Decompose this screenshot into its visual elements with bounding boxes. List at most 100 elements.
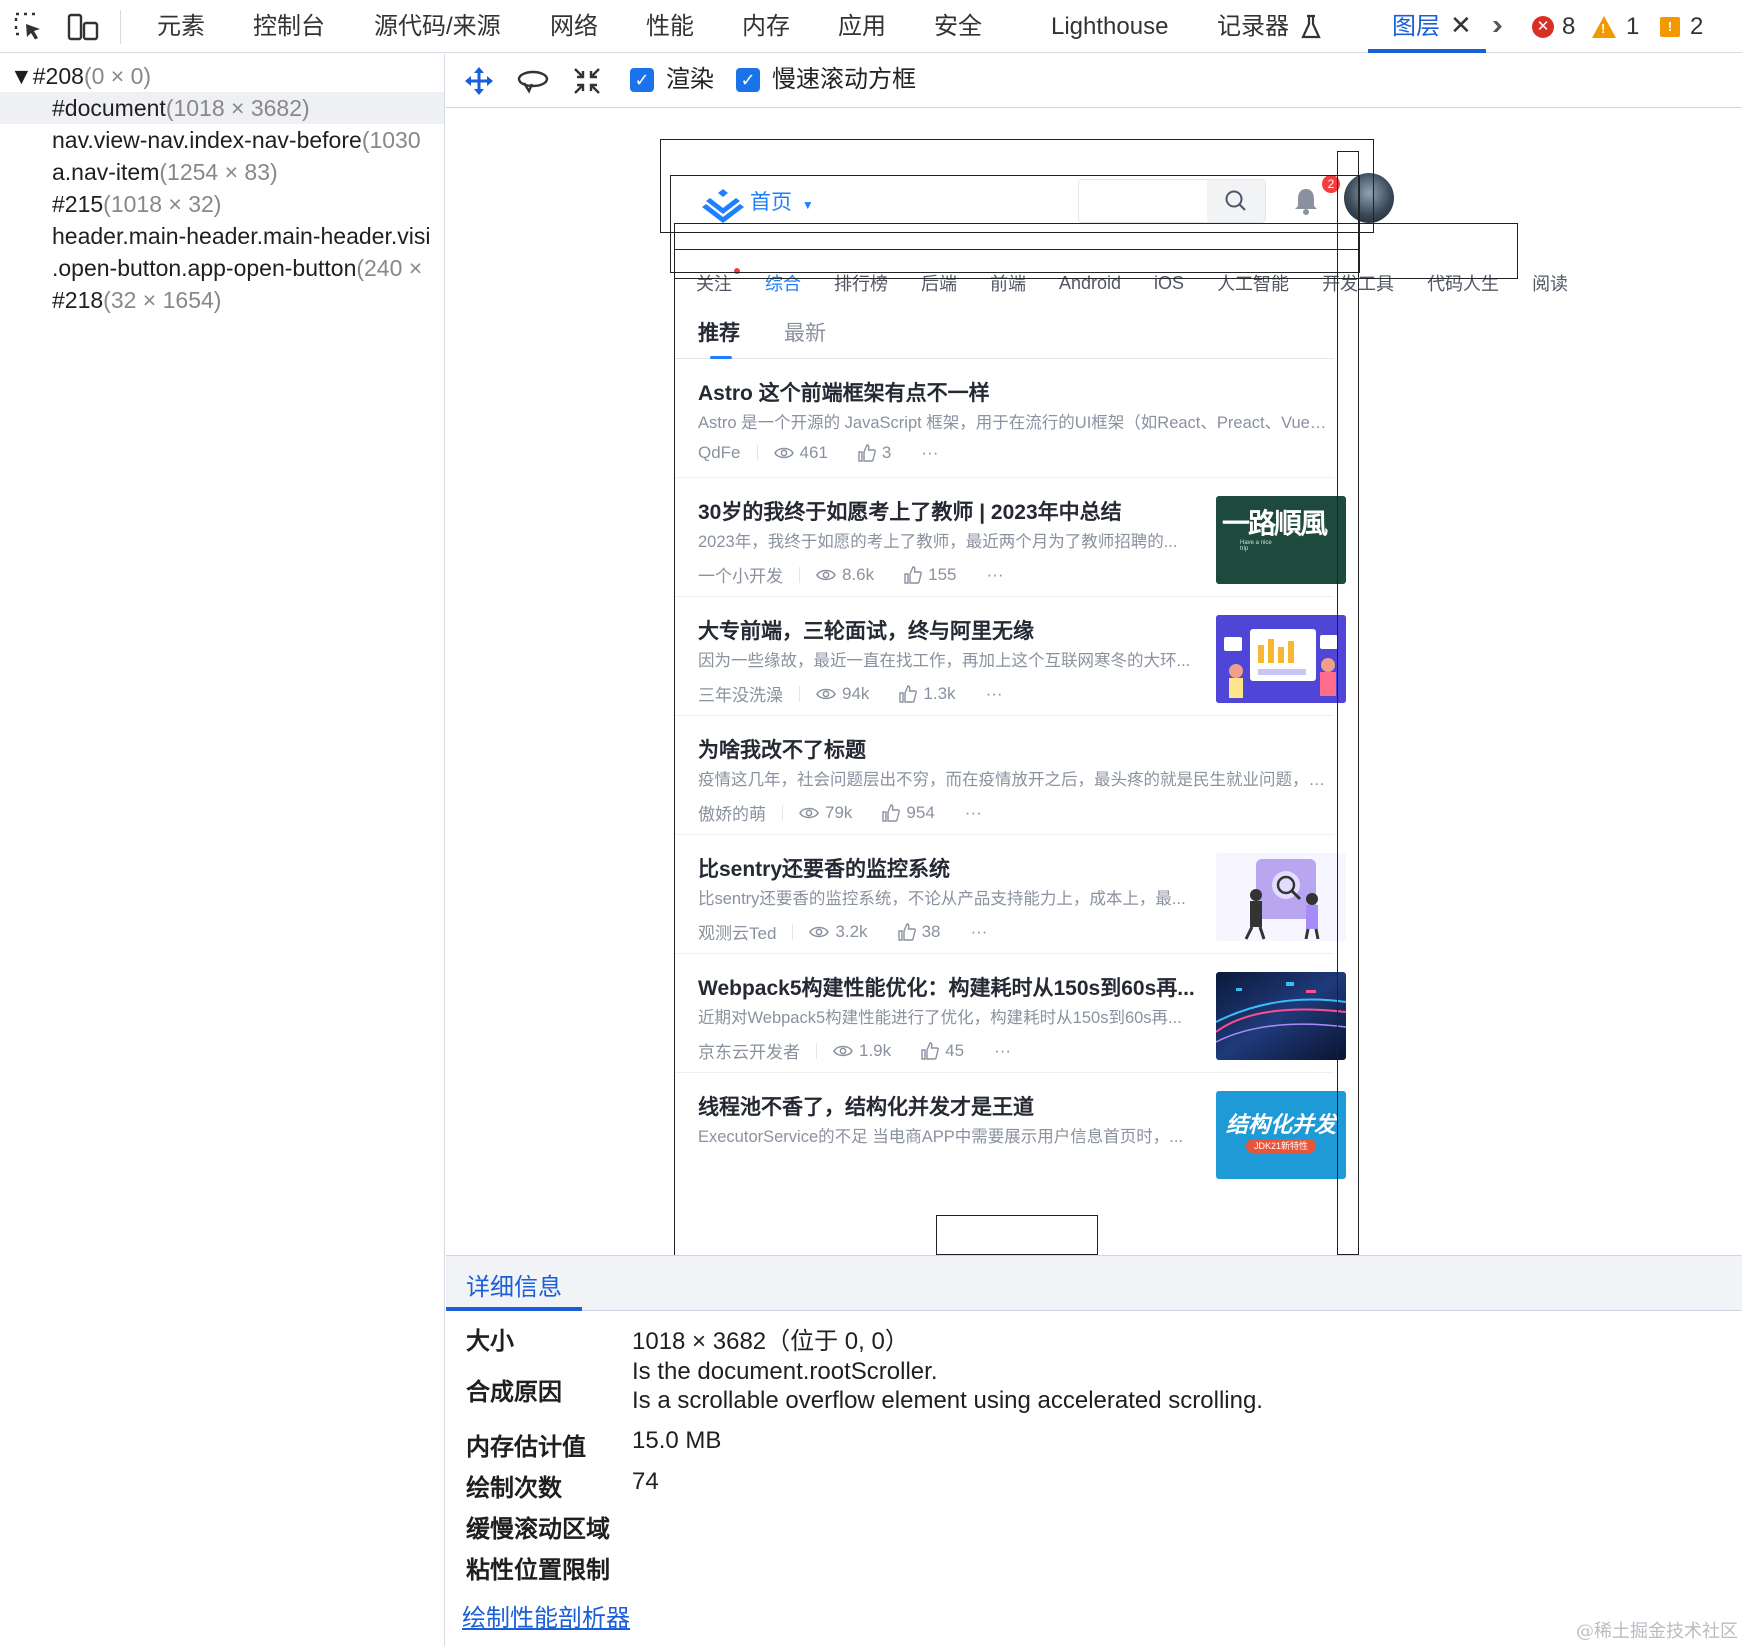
tab-layers[interactable]: 图层: [1392, 0, 1440, 53]
article-thumbnail[interactable]: 一路順風 Have a nice trip: [1216, 496, 1346, 584]
notification-badge: 2: [1322, 175, 1340, 193]
layer-tree-item[interactable]: #215(1018 × 32): [0, 188, 444, 220]
more-icon[interactable]: ···: [986, 684, 1003, 704]
layer-tree-item[interactable]: .open-button.app-open-button(240 ×: [0, 252, 444, 284]
article-title[interactable]: 比sentry还要香的监控系统: [698, 853, 1198, 883]
more-icon[interactable]: ···: [965, 803, 982, 823]
article-title[interactable]: 线程池不香了，结构化并发才是王道: [698, 1091, 1198, 1121]
tab-memory[interactable]: 内存: [742, 0, 790, 53]
article-item[interactable]: 为啥我改不了标题 疫情这几年，社会问题层出不穷，而在疫情放开之后，最头疼的就是民…: [674, 716, 1334, 835]
layer-dimensions: (1018 × 3682): [165, 95, 310, 121]
home-nav-link[interactable]: 首页 ▼: [750, 181, 814, 227]
article-item[interactable]: 大专前端，三轮面试，终与阿里无缘 因为一些缘故，最近一直在找工作，再加上这个互联…: [674, 597, 1346, 716]
article-thumbnail[interactable]: [1216, 972, 1346, 1060]
feed-tab-latest[interactable]: 最新: [784, 317, 826, 347]
paint-profiler-link[interactable]: 绘制性能剖析器: [462, 1598, 630, 1633]
like-button[interactable]: 155: [904, 565, 957, 585]
more-icon[interactable]: ···: [970, 922, 987, 942]
avatar[interactable]: [1344, 173, 1394, 223]
layer-tree-item[interactable]: header.main-header.main-header.visi: [0, 220, 444, 252]
like-button[interactable]: 45: [921, 1041, 964, 1061]
thumbs-up-icon: [921, 1041, 940, 1060]
tab-console[interactable]: 控制台: [253, 0, 325, 53]
category-item[interactable]: 后端: [921, 270, 957, 296]
layer-name: .open-button.app-open-button: [52, 255, 357, 281]
category-item[interactable]: 前端: [990, 270, 1026, 296]
more-tabs-icon[interactable]: ››: [1492, 9, 1502, 41]
layers-3d-view[interactable]: 首页 ▼ 2 关注 综合 排行榜 后端 前端 Android iOS 人工智能: [446, 109, 1742, 1255]
inspect-element-icon[interactable]: [12, 10, 46, 44]
layer-tree-item[interactable]: #218(32 × 1654): [0, 284, 444, 316]
article-item[interactable]: Webpack5构建性能优化：构建耗时从150s到60s再... 近期对Webp…: [674, 954, 1346, 1073]
juejin-logo-icon[interactable]: [702, 187, 744, 223]
error-count-badge[interactable]: ✕ 8: [1532, 13, 1575, 41]
category-item[interactable]: 阅读: [1532, 270, 1568, 296]
article-author[interactable]: 观测云Ted: [698, 919, 776, 944]
feed-tab-recommended[interactable]: 推荐: [698, 317, 740, 347]
category-item[interactable]: 排行榜: [834, 270, 888, 296]
reset-transform-icon[interactable]: [570, 64, 604, 98]
active-tab-indicator: [446, 1307, 582, 1311]
tab-network[interactable]: 网络: [550, 0, 598, 53]
layer-tree-item[interactable]: nav.view-nav.index-nav-before(1030: [0, 124, 444, 156]
category-item[interactable]: 人工智能: [1217, 270, 1289, 296]
article-item[interactable]: 线程池不香了，结构化并发才是王道 ExecutorService的不足 当电商A…: [674, 1073, 1346, 1192]
article-thumbnail[interactable]: [1216, 853, 1346, 941]
search-input[interactable]: [1078, 179, 1266, 223]
category-item-active[interactable]: 综合: [765, 270, 801, 296]
category-item[interactable]: Android: [1059, 273, 1121, 294]
tab-application[interactable]: 应用: [838, 0, 886, 53]
article-title[interactable]: 为啥我改不了标题: [698, 734, 1318, 764]
category-item[interactable]: 关注: [696, 268, 740, 296]
article-thumbnail[interactable]: [1216, 615, 1346, 703]
tab-lighthouse[interactable]: Lighthouse: [1051, 0, 1168, 53]
article-author[interactable]: QdFe: [698, 443, 741, 463]
article-item[interactable]: 比sentry还要香的监控系统 比sentry还要香的监控系统，不论从产品支持能…: [674, 835, 1346, 954]
like-button[interactable]: 38: [897, 922, 940, 942]
tab-sources[interactable]: 源代码/来源: [374, 0, 501, 53]
device-toolbar-icon[interactable]: [66, 10, 100, 44]
detail-value-size: 1018 × 3682（位于 0, 0）: [632, 1328, 909, 1355]
article-title[interactable]: Webpack5构建性能优化：构建耗时从150s到60s再...: [698, 972, 1198, 1002]
article-author[interactable]: 京东云开发者: [698, 1038, 800, 1063]
tab-elements[interactable]: 元素: [157, 0, 205, 53]
like-button[interactable]: 3: [858, 443, 891, 463]
like-count-value: 3: [881, 443, 892, 462]
article-title[interactable]: Astro 这个前端框架有点不一样: [698, 377, 1318, 407]
render-checkbox[interactable]: ✓: [630, 68, 654, 92]
page-preview: 首页 ▼ 2 关注 综合 排行榜 后端 前端 Android iOS 人工智能: [660, 139, 1568, 1255]
thumbnail-title-text: 结构化并发: [1225, 1112, 1336, 1137]
like-button[interactable]: 954: [882, 803, 935, 823]
search-button[interactable]: [1207, 180, 1265, 222]
layer-tree-item[interactable]: ▼#208(0 × 0): [0, 60, 444, 92]
more-icon[interactable]: ···: [987, 565, 1004, 585]
layer-name: a.nav-item: [52, 159, 160, 185]
rotate-mode-icon[interactable]: [516, 64, 550, 98]
bell-icon[interactable]: [1286, 181, 1326, 221]
article-title[interactable]: 大专前端，三轮面试，终与阿里无缘: [698, 615, 1198, 645]
article-thumbnail[interactable]: 结构化并发 JDK21新特性: [1216, 1091, 1346, 1179]
tab-security[interactable]: 安全: [934, 0, 982, 53]
category-item[interactable]: 代码人生: [1427, 270, 1499, 296]
article-author[interactable]: 三年没洗澡: [698, 681, 783, 706]
like-button[interactable]: 1.3k: [899, 684, 956, 704]
tab-recorder[interactable]: 记录器: [1217, 0, 1289, 53]
article-author[interactable]: 傲娇的萌: [698, 800, 766, 825]
article-item[interactable]: 30岁的我终于如愿考上了教师 | 2023年中总结 2023年，我终于如愿的考上…: [674, 478, 1346, 597]
close-icon[interactable]: ✕: [1450, 10, 1472, 41]
more-icon[interactable]: ···: [921, 443, 938, 463]
article-title[interactable]: 30岁的我终于如愿考上了教师 | 2023年中总结: [698, 496, 1198, 526]
tab-performance[interactable]: 性能: [646, 0, 694, 53]
warning-count-badge[interactable]: ! 1: [1592, 13, 1639, 41]
layer-tree-item[interactable]: a.nav-item(1254 × 83): [0, 156, 444, 188]
more-icon[interactable]: ···: [994, 1041, 1011, 1061]
article-author[interactable]: 一个小开发: [698, 562, 783, 587]
slow-scroll-rects-checkbox[interactable]: ✓: [736, 68, 760, 92]
article-item[interactable]: Astro 这个前端框架有点不一样 Astro 是一个开源的 JavaScrip…: [674, 359, 1334, 478]
layer-tree-item-selected[interactable]: #document(1018 × 3682): [0, 92, 444, 124]
category-item[interactable]: 开发工具: [1322, 270, 1394, 296]
category-item[interactable]: iOS: [1154, 273, 1184, 294]
pan-mode-icon[interactable]: [462, 64, 496, 98]
issues-count-badge[interactable]: ! 2: [1660, 13, 1703, 41]
tab-details[interactable]: 详细信息: [466, 1267, 562, 1302]
